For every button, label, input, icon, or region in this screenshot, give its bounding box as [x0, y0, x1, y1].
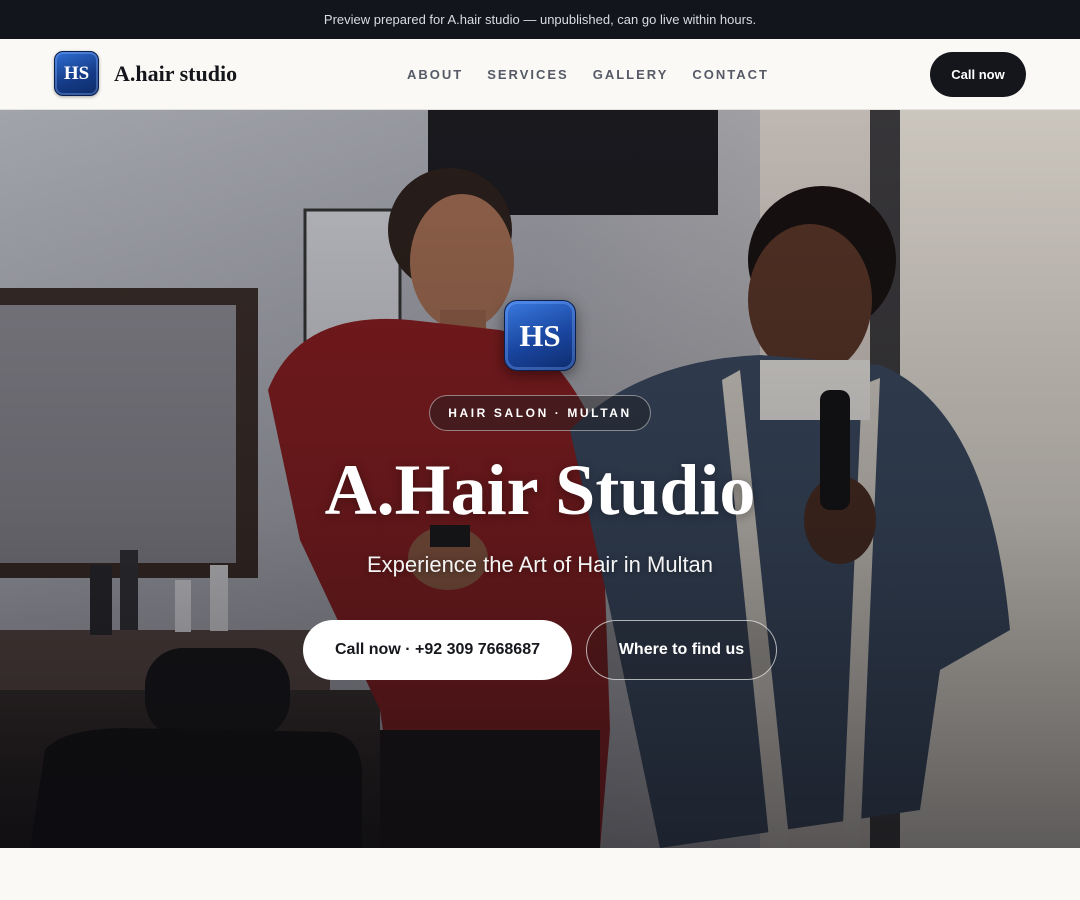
- preview-banner-text: Preview prepared for A.hair studio — unp…: [323, 12, 757, 27]
- hero-location-button[interactable]: Where to find us: [586, 620, 777, 680]
- nav-link-contact[interactable]: CONTACT: [692, 67, 769, 82]
- nav-link-services[interactable]: SERVICES: [487, 67, 569, 82]
- nav-link-gallery[interactable]: GALLERY: [593, 67, 669, 82]
- logo-icon: HS: [54, 51, 99, 96]
- nav-link-about[interactable]: ABOUT: [407, 67, 463, 82]
- hero-logo-initials: HS: [519, 317, 561, 353]
- main-nav: ABOUT SERVICES GALLERY CONTACT: [395, 39, 781, 109]
- site-header: HS A.hair studio ABOUT SERVICES GALLERY …: [0, 39, 1080, 110]
- hero-title: A.Hair Studio: [324, 450, 756, 530]
- hero-tag-badge: HAIR SALON · MULTAN: [429, 395, 651, 431]
- call-now-button[interactable]: Call now: [930, 52, 1026, 97]
- hero-tag-text: HAIR SALON · MULTAN: [448, 406, 632, 420]
- hero-section: HS HAIR SALON · MULTAN A.Hair Studio Exp…: [0, 110, 1080, 848]
- hero-subtitle: Experience the Art of Hair in Multan: [366, 552, 714, 577]
- brand[interactable]: HS A.hair studio: [54, 51, 237, 96]
- preview-banner: Preview prepared for A.hair studio — unp…: [0, 0, 1080, 39]
- hero-call-button[interactable]: Call now · +92 309 7668687: [303, 620, 572, 680]
- logo-initials: HS: [63, 62, 90, 84]
- brand-name: A.hair studio: [114, 60, 238, 86]
- hero-logo-icon: HS: [504, 300, 576, 371]
